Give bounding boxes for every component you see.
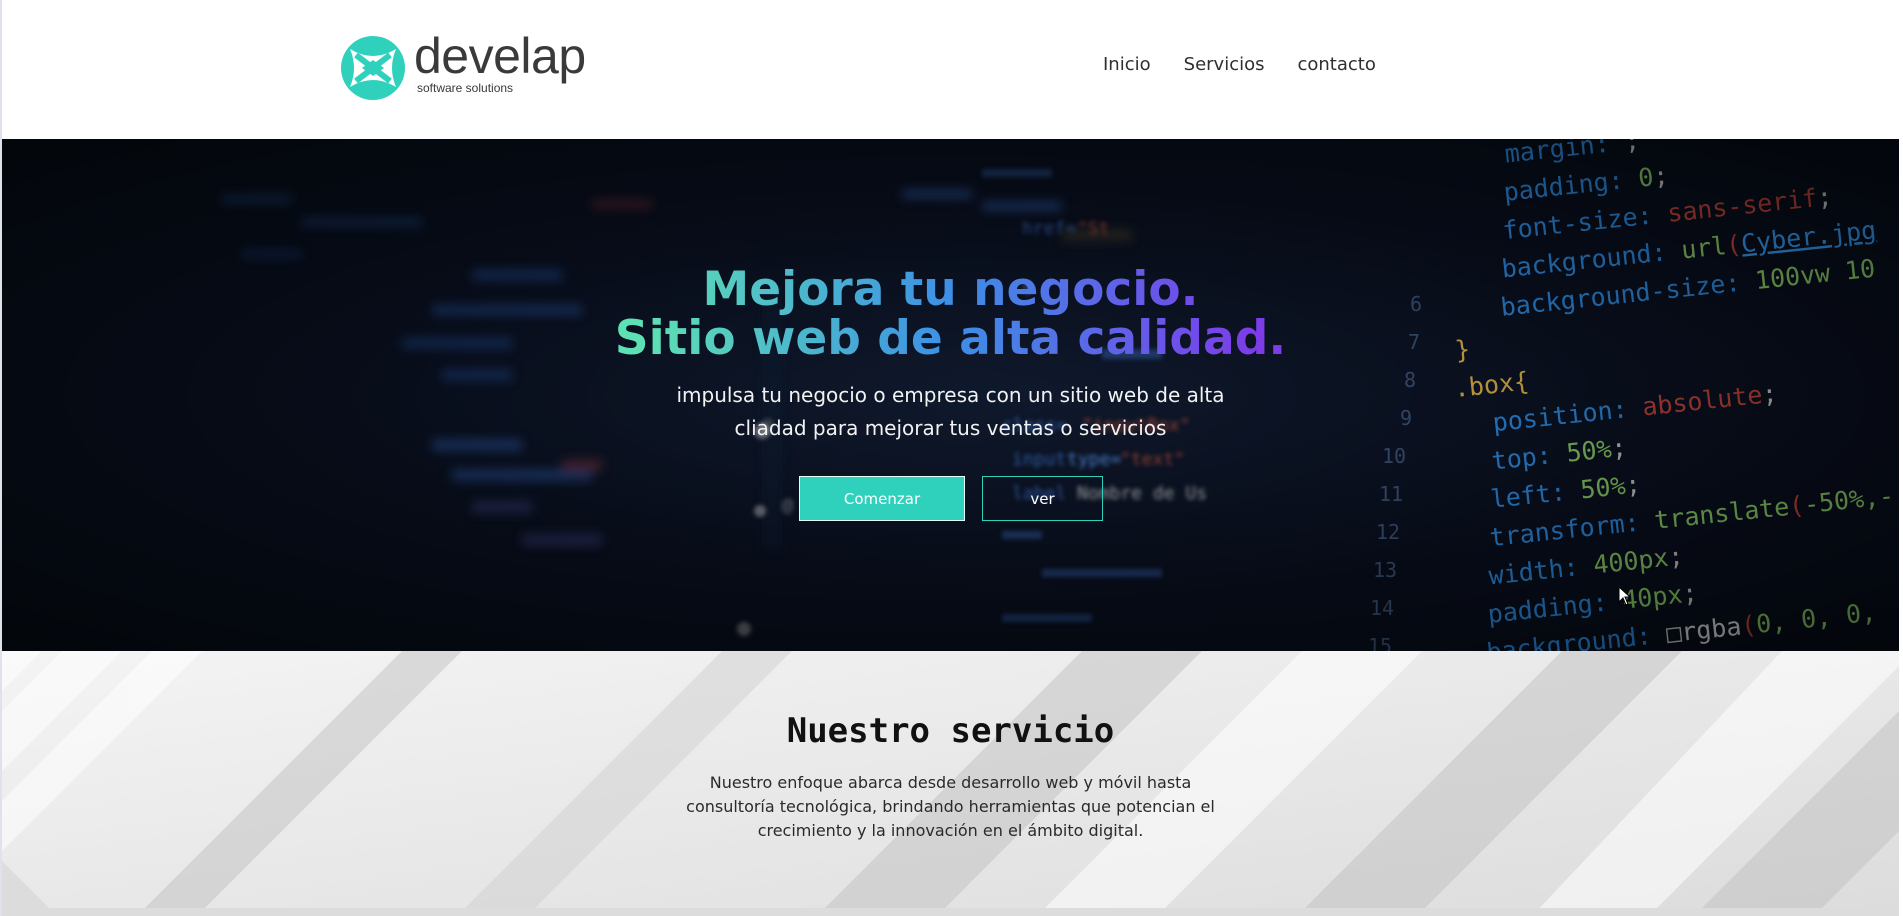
page: develap software solutions Inicio Servic… <box>0 0 1903 916</box>
bottom-strip <box>0 908 1903 916</box>
hero-subtitle-line-1: impulsa tu negocio o empresa con un siti… <box>676 383 1225 407</box>
hero-subtitle-line-2: cliadad para mejorar tus ventas o servic… <box>734 416 1167 440</box>
nav-item-contacto[interactable]: contacto <box>1297 54 1375 75</box>
hero-title-line-1: Mejora tu negocio. <box>2 265 1899 315</box>
brand-tagline: software solutions <box>417 81 514 95</box>
services-title: Nuestro servicio <box>786 711 1115 751</box>
hero-subtitle: impulsa tu negocio o empresa con un siti… <box>2 379 1899 445</box>
develap-logo-icon[interactable] <box>340 35 406 101</box>
right-border <box>1899 0 1903 916</box>
main-nav: Inicio Servicios contacto <box>1103 54 1376 75</box>
ver-button[interactable]: ver <box>982 476 1103 521</box>
comenzar-button[interactable]: Comenzar <box>799 476 965 521</box>
services-section: Nuestro servicio Nuestro enfoque abarca … <box>2 651 1899 916</box>
nav-item-inicio[interactable]: Inicio <box>1103 54 1151 75</box>
mouse-cursor-icon <box>1618 586 1632 606</box>
services-description: Nuestro enfoque abarca desde desarrollo … <box>686 773 1215 840</box>
site-header: develap software solutions Inicio Servic… <box>2 0 1899 139</box>
nav-item-servicios[interactable]: Servicios <box>1184 54 1265 75</box>
left-border <box>0 0 2 916</box>
brand-name[interactable]: develap <box>414 28 586 84</box>
hero-section: href= "St 6 class= "inputBox" input type… <box>2 139 1899 651</box>
hero-title-line-2: Sitio web de alta calidad. <box>2 314 1899 364</box>
